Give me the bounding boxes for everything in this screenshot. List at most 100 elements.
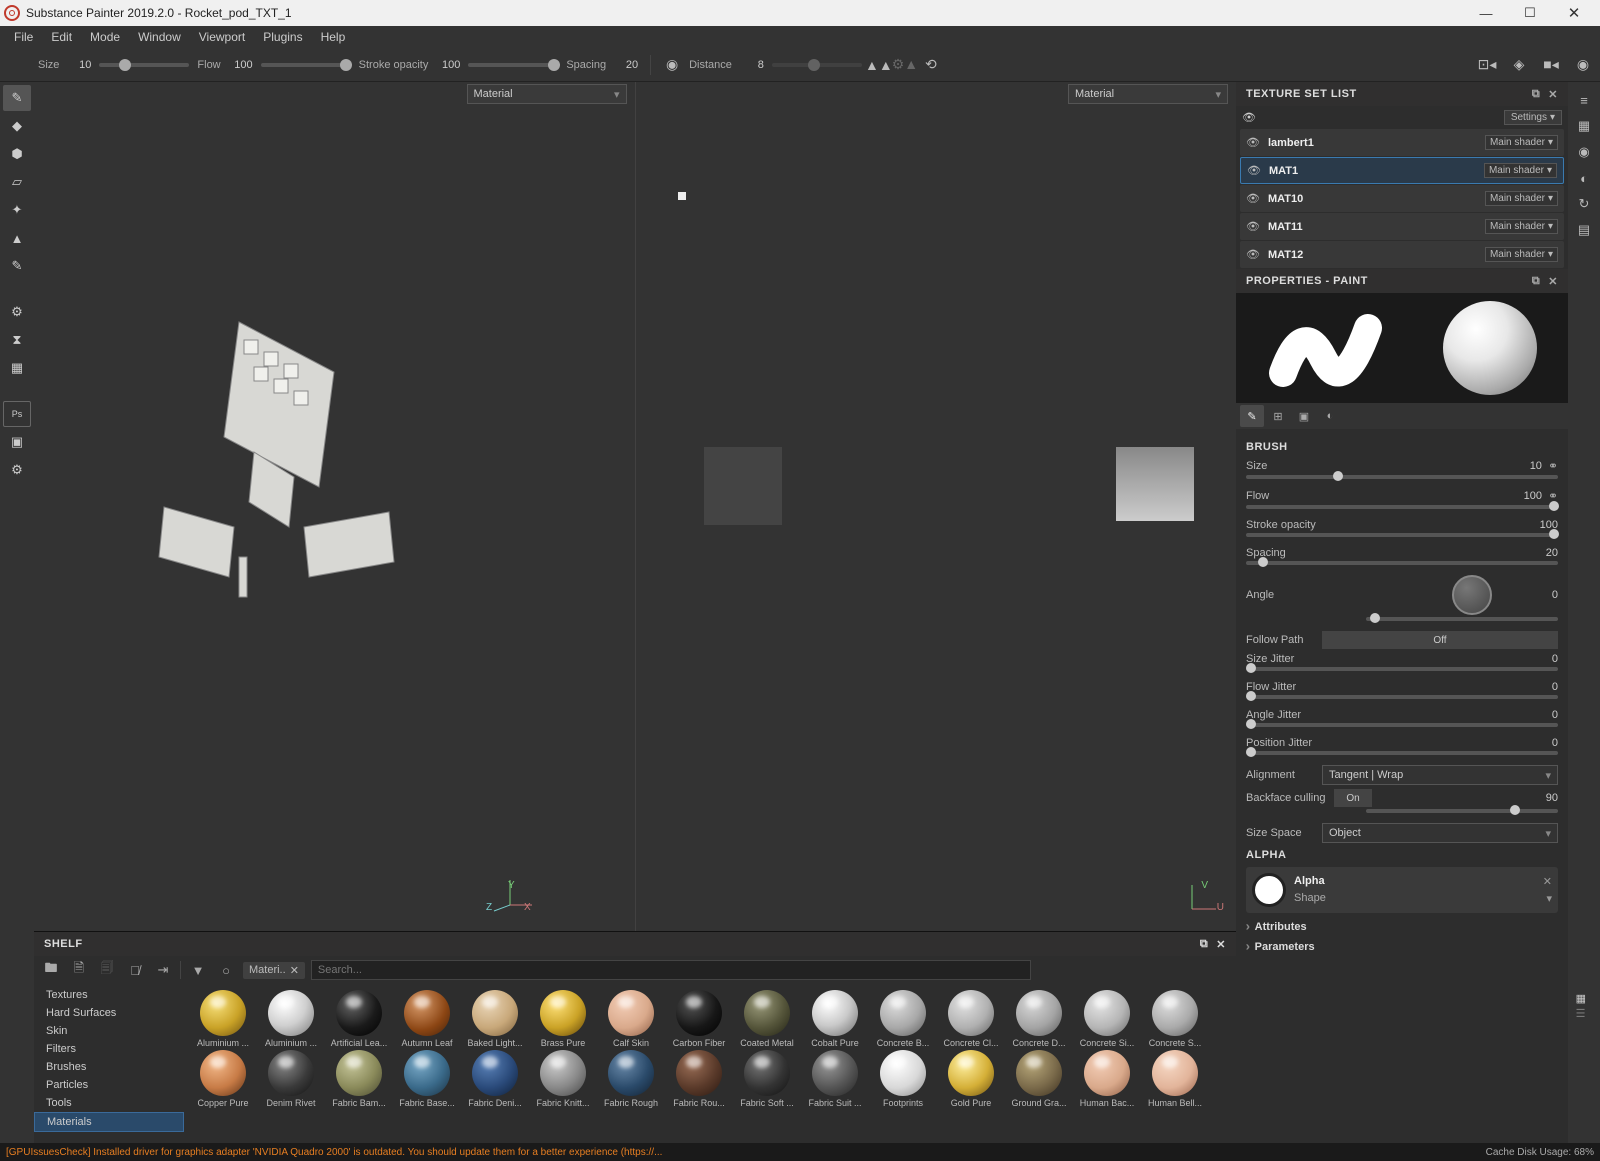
p-size-value[interactable]: 10 (1500, 460, 1542, 472)
material-item[interactable]: Fabric Rough (598, 1050, 664, 1108)
props-close-icon[interactable]: ✕ (1548, 275, 1558, 288)
lazy-mouse-icon[interactable]: ◉ (663, 56, 681, 74)
shelf-category[interactable]: Skin (34, 1022, 184, 1040)
eye-icon[interactable]: 👁 (1246, 248, 1260, 261)
shelf-tag[interactable]: Materi..✕ (243, 962, 305, 979)
texture-set-shader-dropdown[interactable]: Main shader▾ (1484, 163, 1557, 178)
material-item[interactable]: Concrete Cl... (938, 990, 1004, 1048)
material-item[interactable]: Aluminium ... (190, 990, 256, 1048)
tb-spacing-value[interactable]: 20 (610, 59, 638, 71)
material-item[interactable]: Human Bell... (1142, 1050, 1208, 1108)
shelf-circle-icon[interactable]: ○ (215, 960, 237, 980)
ts-popout-icon[interactable]: ⧉ (1532, 88, 1540, 101)
material-item[interactable]: Gold Pure (938, 1050, 1004, 1108)
ft-layers-icon[interactable]: ≡ (1572, 88, 1596, 112)
menu-window[interactable]: Window (130, 28, 189, 46)
texture-set-row[interactable]: 👁MAT11Main shader▾ (1240, 213, 1564, 240)
material-item[interactable]: Carbon Fiber (666, 990, 732, 1048)
shelf-filter-icon[interactable]: ▼ (187, 960, 209, 980)
tab-material-icon[interactable]: ◐ (1318, 405, 1342, 427)
p-flowjitter-value[interactable]: 0 (1516, 681, 1558, 693)
ts-visibility-all-icon[interactable]: 👁 (1242, 111, 1256, 124)
material-item[interactable]: Fabric Suit ... (802, 1050, 868, 1108)
screenshot-icon[interactable]: ◉ (1574, 56, 1592, 74)
tb-flow-slider[interactable] (261, 63, 351, 67)
angle-dial[interactable] (1452, 575, 1492, 615)
shelf-search-input[interactable] (311, 960, 1031, 980)
viewport-2d-channel-dropdown[interactable]: Material (1068, 84, 1228, 104)
smudge-tool-icon[interactable]: ✦ (3, 197, 31, 223)
material-item[interactable]: Fabric Base... (394, 1050, 460, 1108)
tab-stencil-icon[interactable]: ▣ (1292, 405, 1316, 427)
texture-set-row[interactable]: 👁lambert1Main shader▾ (1240, 129, 1564, 156)
texture-set-shader-dropdown[interactable]: Main shader▾ (1485, 247, 1558, 262)
p-stroke-slider[interactable] (1246, 533, 1558, 537)
p-followpath-toggle[interactable]: Off (1322, 631, 1558, 649)
cube-icon[interactable]: ◈ (1510, 56, 1528, 74)
shelf-category[interactable]: Tools (34, 1094, 184, 1112)
p-sizejitter-slider[interactable] (1246, 667, 1558, 671)
gear-icon[interactable]: ⚙ (3, 299, 31, 325)
export-icon[interactable]: ▣ (3, 429, 31, 455)
material-item[interactable]: Denim Rivet (258, 1050, 324, 1108)
shelf-category[interactable]: Materials (34, 1112, 184, 1132)
texture-set-row[interactable]: 👁MAT12Main shader▾ (1240, 241, 1564, 268)
menu-mode[interactable]: Mode (82, 28, 128, 46)
ft-texture-set-icon[interactable]: ▦ (1572, 114, 1596, 138)
ft-history-icon[interactable]: ↻ (1572, 192, 1596, 216)
alpha-remove-icon[interactable]: ✕ (1543, 875, 1552, 888)
material-item[interactable]: Fabric Deni... (462, 1050, 528, 1108)
eraser-tool-icon[interactable]: ◆ (3, 113, 31, 139)
shelf-close-icon[interactable]: ✕ (1216, 938, 1226, 951)
tb-stroke-slider[interactable] (468, 63, 558, 67)
material-item[interactable]: Fabric Rou... (666, 1050, 732, 1108)
eye-icon[interactable]: 👁 (1246, 220, 1260, 233)
material-item[interactable]: Aluminium ... (258, 990, 324, 1048)
shelf-popout-icon[interactable]: ⧉ (1200, 938, 1208, 951)
material-item[interactable]: Concrete B... (870, 990, 936, 1048)
menu-help[interactable]: Help (313, 28, 354, 46)
shelf-category[interactable]: Particles (34, 1076, 184, 1094)
material-item[interactable]: Footprints (870, 1050, 936, 1108)
menu-file[interactable]: File (6, 28, 41, 46)
p-anglejitter-value[interactable]: 0 (1516, 709, 1558, 721)
ft-log-icon[interactable]: ▤ (1572, 218, 1596, 242)
shelf-category[interactable]: Hard Surfaces (34, 1004, 184, 1022)
projection-tool-icon[interactable]: ⬢ (3, 141, 31, 167)
ps-icon[interactable]: Ps (3, 401, 31, 427)
close-button[interactable]: ✕ (1552, 0, 1596, 26)
p-alignment-dropdown[interactable]: Tangent | Wrap (1322, 765, 1558, 785)
camera-icon[interactable]: ■◂ (1542, 56, 1560, 74)
p-angle-slider[interactable] (1366, 617, 1558, 621)
p-posjitter-slider[interactable] (1246, 751, 1558, 755)
shelf-new-icon[interactable]: 🗎 (68, 960, 90, 980)
material-item[interactable]: Artificial Lea... (326, 990, 392, 1048)
tab-brush-icon[interactable]: ✎ (1240, 405, 1264, 427)
tab-alpha-icon[interactable]: ⊞ (1266, 405, 1290, 427)
tb-flow-value[interactable]: 100 (225, 59, 253, 71)
viewport-3d[interactable]: Material (34, 82, 636, 931)
texture-set-row[interactable]: 👁MAT1Main shader▾ (1240, 157, 1564, 184)
attributes-collapse[interactable]: Attributes (1246, 917, 1558, 937)
eye-icon[interactable]: 👁 (1246, 136, 1260, 149)
ts-settings-dropdown[interactable]: Settings▾ (1504, 110, 1562, 125)
image-icon[interactable]: ▦ (3, 355, 31, 381)
p-backface-value[interactable]: 90 (1516, 792, 1558, 804)
menu-plugins[interactable]: Plugins (255, 28, 310, 46)
maximize-button[interactable]: ☐ (1508, 0, 1552, 26)
shelf-category[interactable]: Textures (34, 986, 184, 1004)
refresh-icon[interactable]: ⟲ (922, 56, 940, 74)
tb-size-slider[interactable] (99, 63, 189, 67)
texture-set-shader-dropdown[interactable]: Main shader▾ (1485, 191, 1558, 206)
minimize-button[interactable]: — (1464, 0, 1508, 26)
eye-icon[interactable]: 👁 (1247, 164, 1261, 177)
shelf-import-icon[interactable]: ⇥ (152, 960, 174, 980)
parameters-collapse[interactable]: Parameters (1246, 937, 1558, 957)
material-item[interactable]: Baked Light... (462, 990, 528, 1048)
shelf-copy-icon[interactable]: 🗐 (96, 960, 118, 980)
material-item[interactable]: Copper Pure (190, 1050, 256, 1108)
material-item[interactable]: Autumn Leaf (394, 990, 460, 1048)
shelf-folder-icon[interactable]: 🖿 (40, 960, 62, 980)
shelf-hide-icon[interactable]: 👁̸ (124, 960, 146, 980)
texture-set-shader-dropdown[interactable]: Main shader▾ (1485, 219, 1558, 234)
